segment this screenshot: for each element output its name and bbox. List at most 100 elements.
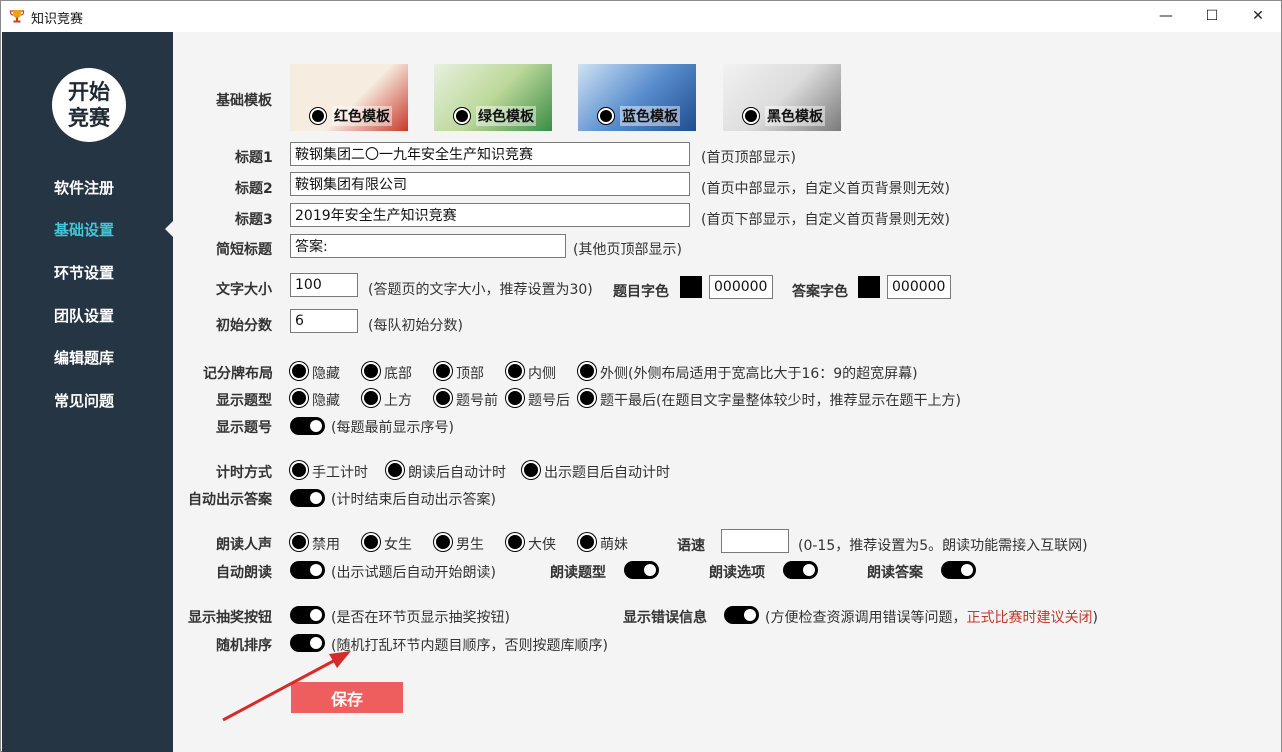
voice-cute-radio[interactable] [578, 533, 596, 551]
template-red[interactable]: 红色模板 [290, 64, 408, 131]
errors-hint: (方便检查资源调用错误等问题，正式比赛时建议关闭) [765, 607, 1098, 627]
question-number-toggle[interactable] [290, 417, 325, 435]
speed-input[interactable] [721, 529, 789, 553]
scoreboard-outer-radio[interactable] [578, 362, 596, 380]
question-type-above-radio[interactable] [362, 389, 380, 407]
scoreboard-inner-radio[interactable] [506, 362, 524, 380]
timer-after-read-radio[interactable] [386, 461, 404, 479]
template-red-radio[interactable] [310, 108, 326, 124]
template-black[interactable]: 黑色模板 [723, 64, 841, 131]
template-blue-radio[interactable] [598, 108, 614, 124]
initial-score-label: 初始分数 [216, 318, 272, 334]
errors-toggle[interactable] [724, 606, 759, 624]
question-number-label: 显示题号 [216, 420, 272, 436]
sidebar: 开始 竞赛 软件注册 基础设置 环节设置 团队设置 编辑题库 常见问题 [2, 32, 174, 752]
question-number-hint: (每题最前显示序号) [331, 420, 454, 436]
sidebar-item-register[interactable]: 软件注册 [54, 177, 114, 198]
auto-read-toggle[interactable] [290, 561, 325, 579]
scoreboard-top-label: 顶部 [456, 366, 484, 382]
template-green-radio[interactable] [454, 108, 470, 124]
template-green[interactable]: 绿色模板 [434, 64, 552, 131]
voice-disabled-radio[interactable] [290, 533, 308, 551]
voice-label: 朗读人声 [216, 537, 272, 553]
scoreboard-bottom-radio[interactable] [362, 362, 380, 380]
font-size-input[interactable] [290, 273, 358, 297]
question-type-after-number-radio[interactable] [506, 389, 524, 407]
maximize-button[interactable]: ☐ [1189, 1, 1235, 31]
voice-hero-radio[interactable] [506, 533, 524, 551]
start-contest-button[interactable]: 开始 竞赛 [52, 68, 126, 142]
scoreboard-hide-radio[interactable] [290, 362, 308, 380]
sidebar-item-round-settings[interactable]: 环节设置 [54, 262, 114, 283]
template-red-label: 红色模板 [332, 106, 392, 126]
question-type-hide-radio[interactable] [290, 389, 308, 407]
sidebar-item-team-settings[interactable]: 团队设置 [54, 305, 114, 326]
question-color-input[interactable] [709, 275, 773, 299]
auto-answer-hint: (计时结束后自动出示答案) [331, 492, 496, 508]
timer-manual-radio[interactable] [290, 461, 308, 479]
voice-cute-label: 萌妹 [600, 537, 628, 553]
template-black-radio[interactable] [743, 108, 759, 124]
answer-color-label: 答案字色 [792, 284, 848, 300]
read-answer-toggle[interactable] [941, 561, 976, 579]
title1-label: 标题1 [235, 150, 273, 166]
scoreboard-label: 记分牌布局 [203, 366, 273, 382]
annotation-arrow-icon [222, 651, 351, 722]
voice-male-radio[interactable] [434, 533, 452, 551]
answer-color-input[interactable] [887, 275, 951, 299]
speed-label: 语速 [677, 538, 705, 554]
read-options-label: 朗读选项 [709, 565, 765, 581]
auto-answer-label: 自动出示答案 [188, 492, 272, 508]
short-title-input[interactable] [290, 234, 566, 258]
initial-score-input[interactable] [290, 309, 358, 333]
question-type-label: 显示题型 [216, 393, 272, 409]
read-answer-label: 朗读答案 [867, 565, 923, 581]
template-blue-label: 蓝色模板 [620, 106, 680, 126]
initial-score-hint: (每队初始分数) [368, 318, 463, 334]
trophy-icon [9, 10, 25, 23]
timer-after-show-radio[interactable] [522, 461, 540, 479]
title-bar: 知识竞赛 — ☐ ✕ [1, 1, 1281, 31]
short-title-hint: (其他页顶部显示) [573, 242, 682, 258]
auto-answer-toggle[interactable] [290, 489, 325, 507]
question-type-end-radio[interactable] [578, 389, 596, 407]
template-blue[interactable]: 蓝色模板 [578, 64, 696, 131]
voice-disabled-label: 禁用 [312, 537, 340, 553]
app-window: 知识竞赛 — ☐ ✕ 开始 竞赛 软件注册 基础设置 环节设置 团队设置 编辑题… [0, 0, 1282, 752]
logo-line-1: 开始 [68, 80, 110, 104]
sidebar-item-faq[interactable]: 常见问题 [54, 390, 114, 411]
font-size-label: 文字大小 [216, 282, 272, 298]
read-options-toggle[interactable] [783, 561, 818, 579]
sidebar-item-question-bank[interactable]: 编辑题库 [54, 347, 114, 368]
title2-input[interactable] [290, 172, 690, 196]
lottery-toggle[interactable] [290, 606, 325, 624]
font-size-hint: (答题页的文字大小，推荐设置为30) [368, 282, 593, 298]
auto-read-hint: (出示试题后自动开始朗读) [331, 565, 496, 581]
question-type-before-number-radio[interactable] [434, 389, 452, 407]
auto-read-label: 自动朗读 [216, 565, 272, 581]
scoreboard-inner-label: 内侧 [528, 366, 556, 382]
title3-input[interactable] [290, 203, 690, 227]
template-label: 基础模板 [216, 93, 272, 109]
errors-hint-text: (方便检查资源调用错误等问题， [765, 610, 967, 626]
scoreboard-top-radio[interactable] [434, 362, 452, 380]
template-black-label: 黑色模板 [765, 106, 825, 126]
lottery-label: 显示抽奖按钮 [188, 610, 272, 626]
errors-label: 显示错误信息 [623, 610, 707, 626]
read-type-toggle[interactable] [624, 561, 659, 579]
timer-label: 计时方式 [216, 465, 272, 481]
sidebar-item-basic-settings[interactable]: 基础设置 [54, 219, 114, 240]
close-button[interactable]: ✕ [1235, 1, 1281, 31]
logo-line-2: 竞赛 [68, 106, 110, 130]
question-type-above-label: 上方 [384, 393, 412, 409]
timer-after-show-label: 出示题目后自动计时 [544, 465, 670, 481]
minimize-button[interactable]: — [1143, 1, 1189, 31]
question-type-hide-label: 隐藏 [312, 393, 340, 409]
title1-input[interactable] [290, 142, 690, 166]
scoreboard-hide-label: 隐藏 [312, 366, 340, 382]
question-type-before-number-label: 题号前 [456, 393, 498, 409]
question-color-swatch[interactable] [680, 276, 702, 298]
answer-color-swatch[interactable] [858, 276, 880, 298]
title1-hint: (首页顶部显示) [701, 150, 796, 166]
voice-female-radio[interactable] [362, 533, 380, 551]
